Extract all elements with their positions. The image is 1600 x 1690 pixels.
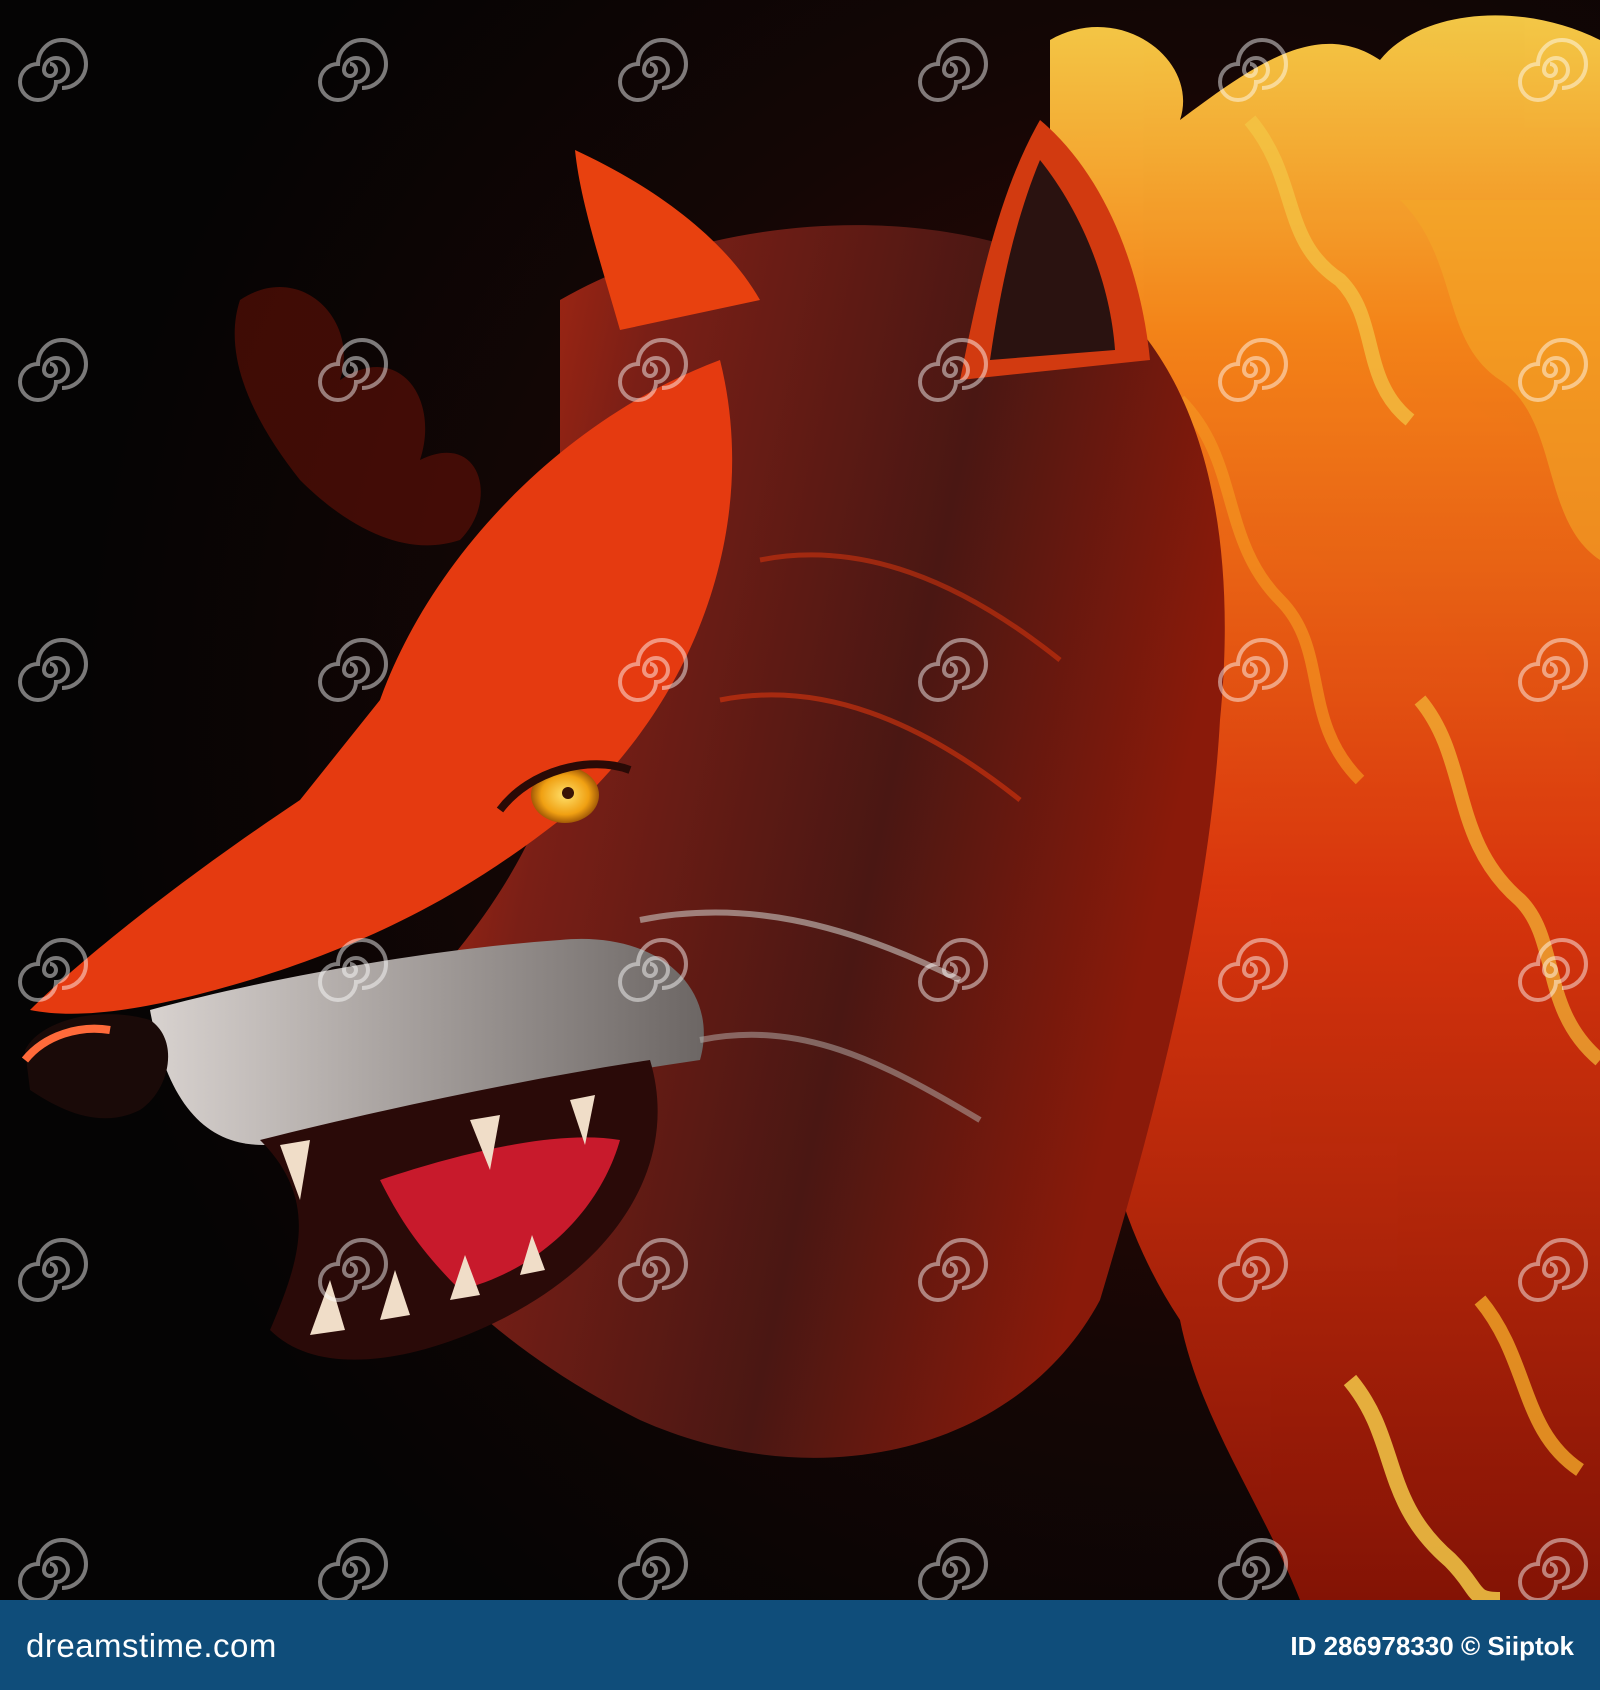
footer-bar: dreamstime.com ID 286978330 © Siiptok [0,1600,1600,1690]
artwork-stage [0,0,1600,1600]
footer-brand-logo[interactable]: dreamstime.com [26,1627,277,1665]
fire-wolf-illustration [0,0,1600,1600]
footer-image-credit: ID 286978330 © Siiptok [1290,1631,1574,1661]
